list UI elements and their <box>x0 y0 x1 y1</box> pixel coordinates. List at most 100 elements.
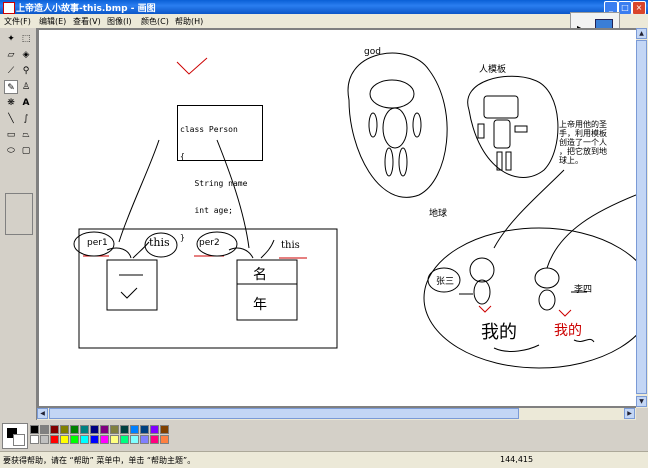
note-line: 上帝用他的圣 <box>559 120 607 129</box>
note-line: 手，利用模板 <box>559 129 607 138</box>
palette-swatch[interactable] <box>90 435 99 444</box>
paint-app-icon[interactable] <box>3 2 15 14</box>
menu-image[interactable]: 图像(I) <box>107 16 132 27</box>
brush-icon[interactable]: ♙ <box>19 80 33 94</box>
palette-swatch[interactable] <box>130 435 139 444</box>
palette-swatch[interactable] <box>60 425 69 434</box>
scroll-right-icon[interactable]: ▶ <box>624 408 635 419</box>
color-palette <box>0 421 648 449</box>
line-icon[interactable]: ╲ <box>4 112 18 126</box>
code-line: class Person <box>180 125 238 134</box>
palette-swatch[interactable] <box>70 435 79 444</box>
palette-swatch[interactable] <box>40 435 49 444</box>
note-line: ，把它放到地 <box>559 147 607 156</box>
palette-swatch[interactable] <box>70 425 79 434</box>
lisi-label: 李四 <box>574 285 593 295</box>
vertical-scroll-thumb[interactable] <box>636 40 647 394</box>
current-colors[interactable] <box>2 423 28 449</box>
palette-swatch[interactable] <box>30 425 39 434</box>
airbrush-icon[interactable]: ❋ <box>4 96 18 110</box>
menu-edit[interactable]: 编辑(E) <box>39 16 66 27</box>
palette-swatch[interactable] <box>100 435 109 444</box>
per1-label: per1 <box>87 238 108 248</box>
horizontal-scroll-thumb[interactable] <box>49 408 519 419</box>
palette-swatch[interactable] <box>140 435 149 444</box>
age-cell-text: 年 <box>253 297 267 313</box>
this-label-2: this <box>281 240 300 251</box>
palette-swatch[interactable] <box>60 435 69 444</box>
palette-swatch[interactable] <box>130 425 139 434</box>
palette-swatch[interactable] <box>50 425 59 434</box>
status-coordinates: 144,415 <box>500 455 534 464</box>
scroll-down-icon[interactable]: ▼ <box>636 396 647 407</box>
drawing-canvas[interactable]: class Person { String name int age; } go… <box>39 30 636 406</box>
rectangle-icon[interactable]: ▭ <box>4 128 18 142</box>
template-label: 人模板 <box>479 65 507 75</box>
palette-swatch[interactable] <box>40 425 49 434</box>
god-label: god <box>364 47 381 57</box>
canvas-area: class Person { String name int age; } go… <box>37 28 636 408</box>
menu-view[interactable]: 查看(V) <box>73 16 101 27</box>
code-line: { <box>180 152 185 161</box>
close-icon[interactable]: × <box>632 1 646 15</box>
mine-text-2: 我的 <box>554 323 582 339</box>
rect-select-icon[interactable]: ⬚ <box>19 32 33 46</box>
menu-colors[interactable]: 颜色(C) <box>141 16 169 27</box>
menu-bar: 文件(F) 编辑(E) 查看(V) 图像(I) 颜色(C) 帮助(H) <box>0 14 648 28</box>
fill-icon[interactable]: ◈ <box>19 48 33 62</box>
this-label-1: this <box>149 236 170 249</box>
ellipse-icon[interactable]: ⬭ <box>4 144 18 158</box>
palette-swatch[interactable] <box>100 425 109 434</box>
note-line: 创造了一个人 <box>559 138 607 147</box>
free-select-icon[interactable]: ✦ <box>4 32 18 46</box>
palette-swatch[interactable] <box>50 435 59 444</box>
zhangsan-label: 张三 <box>436 277 455 287</box>
palette-swatch[interactable] <box>150 425 159 434</box>
code-line: String name <box>180 179 248 188</box>
rounded-rect-icon[interactable]: ▢ <box>19 144 33 158</box>
mine-text-1: 我的 <box>481 322 517 343</box>
color-picker-icon[interactable]: ⟋ <box>4 64 18 78</box>
palette-swatch[interactable] <box>160 435 169 444</box>
eraser-icon[interactable]: ▱ <box>4 48 18 62</box>
status-help-text: 要获得帮助，请在 “帮助” 菜单中，单击 “帮助主题”。 <box>3 456 196 465</box>
earth-label: 地球 <box>429 209 448 219</box>
palette-swatch[interactable] <box>30 435 39 444</box>
palette-swatch[interactable] <box>120 425 129 434</box>
palette-swatch[interactable] <box>160 425 169 434</box>
god-note: 上帝用他的圣 手，利用模板 创造了一个人 ，把它放到地 球上。 <box>559 120 607 165</box>
title-bar[interactable]: 上帝造人小故事-this.bmp - 画图 _ □ × <box>0 0 648 15</box>
scroll-up-icon[interactable]: ▲ <box>636 28 647 39</box>
palette-swatch[interactable] <box>80 425 89 434</box>
note-line: 球上。 <box>559 156 583 165</box>
menu-help[interactable]: 帮助(H) <box>175 16 203 27</box>
palette-swatch[interactable] <box>90 425 99 434</box>
per2-label: per2 <box>199 238 220 248</box>
name-cell-text: 名 <box>253 267 267 283</box>
tool-options-box[interactable] <box>5 193 33 235</box>
maximize-icon[interactable]: □ <box>618 1 632 15</box>
drawing-strokes <box>73 52 636 369</box>
palette-swatch[interactable] <box>150 435 159 444</box>
class-code-box: class Person { String name int age; } <box>177 105 263 242</box>
curve-icon[interactable]: ∫ <box>19 112 33 126</box>
horizontal-scrollbar[interactable]: ◀ ▶ <box>37 408 636 420</box>
polygon-icon[interactable]: ⏢ <box>19 128 33 142</box>
scroll-left-icon[interactable]: ◀ <box>37 408 48 419</box>
menu-file[interactable]: 文件(F) <box>4 16 31 27</box>
background-color[interactable] <box>13 434 25 446</box>
palette-swatch[interactable] <box>110 435 119 444</box>
palette-swatch[interactable] <box>120 435 129 444</box>
window-title: 上帝造人小故事-this.bmp - 画图 <box>16 4 156 14</box>
pencil-icon[interactable]: ✎ <box>4 80 18 94</box>
code-line: int age; <box>180 206 233 215</box>
status-bar: 要获得帮助，请在 “帮助” 菜单中，单击 “帮助主题”。 144,415 <box>0 451 648 468</box>
magnifier-icon[interactable]: ⚲ <box>19 64 33 78</box>
code-line: } <box>180 233 185 242</box>
palette-swatch[interactable] <box>110 425 119 434</box>
palette-swatch[interactable] <box>80 435 89 444</box>
vertical-scrollbar[interactable]: ▲ ▼ <box>636 28 648 408</box>
palette-swatch[interactable] <box>140 425 149 434</box>
toolbox: ✦ ⬚ ▱ ◈ ⟋ ⚲ ✎ ♙ ❋ A ╲ ∫ ▭ ⏢ ⬭ ▢ <box>0 28 37 420</box>
text-tool-icon[interactable]: A <box>19 96 33 110</box>
